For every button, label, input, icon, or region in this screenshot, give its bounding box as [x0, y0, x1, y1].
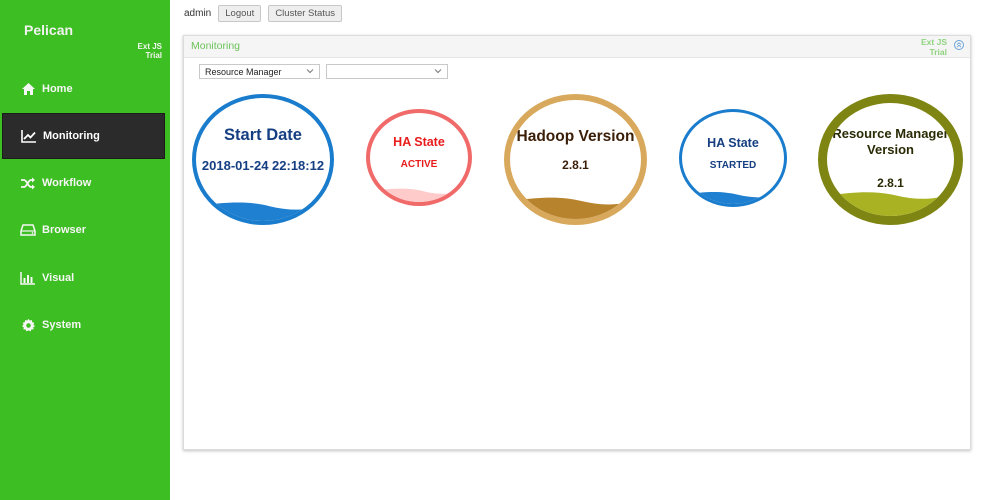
sidebar-item-label: System — [42, 319, 82, 331]
start-date-gauge: Start Date 2018-01-24 22:18:12 — [192, 94, 334, 225]
sidebar-item-system[interactable]: System — [2, 302, 165, 348]
chevron-down-icon — [434, 66, 442, 78]
gauge-fill — [682, 192, 784, 204]
cluster-status-button[interactable]: Cluster Status — [268, 5, 342, 22]
gauge-fill — [370, 188, 468, 202]
sidebar-item-visual[interactable]: Visual — [2, 255, 165, 301]
sidebar-item-home[interactable]: Home — [2, 66, 165, 112]
ha-state-active-gauge: HA State ACTIVE — [366, 109, 472, 206]
trial-watermark: Ext JS Trial — [921, 37, 947, 57]
monitoring-panel: Monitoring Ext JS Trial Resource Manager… — [183, 35, 971, 450]
bar-chart-icon — [20, 270, 36, 286]
gauge-fill — [196, 202, 330, 221]
gauge-fill — [827, 192, 954, 216]
home-icon — [20, 81, 36, 97]
hadoop-version-gauge: Hadoop Version 2.8.1 — [504, 94, 647, 225]
sidebar-item-label: Monitoring — [43, 130, 100, 142]
trial-watermark: Ext JS Trial — [137, 42, 162, 60]
drive-icon — [20, 222, 36, 238]
sidebar-item-label: Browser — [42, 224, 87, 236]
panel-title: Monitoring — [191, 40, 241, 52]
sidebar-item-label: Home — [42, 83, 73, 95]
resource-manager-version-gauge: Resource Manager Version 2.8.1 — [818, 94, 963, 225]
sidebar-item-browser[interactable]: Browser — [2, 207, 165, 253]
sidebar-item-label: Workflow — [42, 177, 92, 189]
sidebar: Pelican Ext JS Trial Home Monitoring Wor… — [0, 0, 170, 500]
app-brand: Pelican — [24, 22, 74, 38]
gauge-fill — [510, 197, 641, 219]
line-chart-icon — [21, 128, 37, 144]
top-bar: admin Logout Cluster Status — [184, 5, 349, 22]
sidebar-item-label: Visual — [42, 272, 75, 284]
chevron-down-icon — [306, 66, 314, 78]
service-select[interactable]: Resource Manager — [199, 64, 320, 79]
ha-state-started-gauge: HA State STARTED — [679, 109, 787, 207]
sidebar-item-monitoring[interactable]: Monitoring — [2, 113, 165, 159]
panel-header: Monitoring Ext JS Trial — [184, 36, 970, 58]
service-select-value: Resource Manager — [205, 66, 282, 77]
sidebar-item-workflow[interactable]: Workflow — [2, 160, 165, 206]
shuffle-icon — [20, 175, 36, 191]
collapse-icon[interactable] — [954, 40, 964, 50]
username: admin — [184, 8, 212, 19]
gear-icon — [20, 317, 36, 333]
host-select[interactable] — [326, 64, 448, 79]
logout-button[interactable]: Logout — [218, 5, 262, 22]
